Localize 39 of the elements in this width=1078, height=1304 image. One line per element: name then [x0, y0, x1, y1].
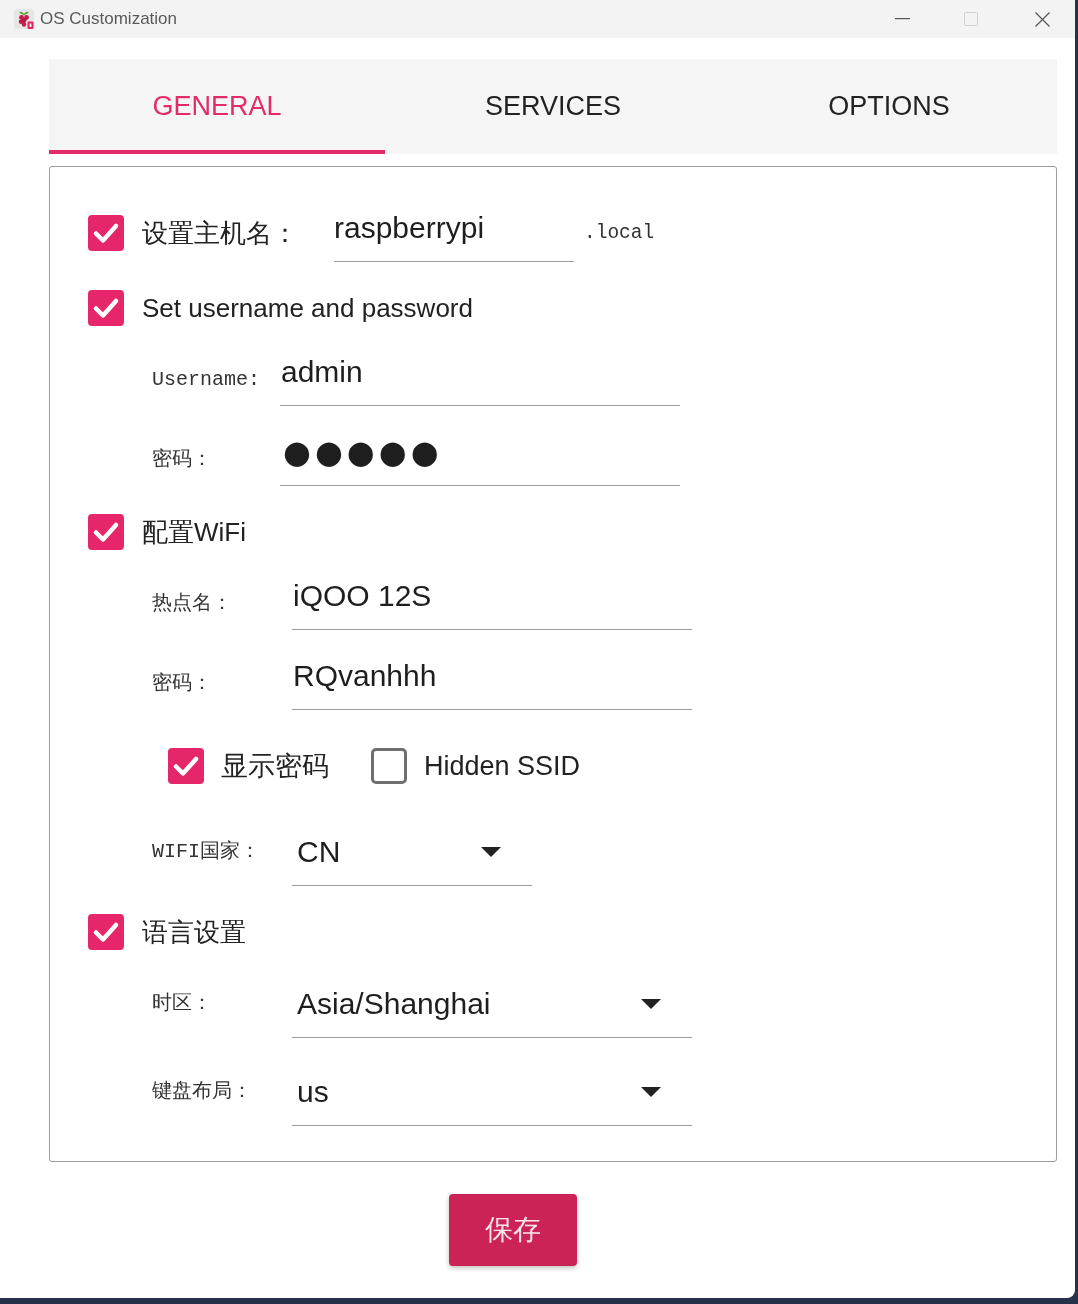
tab[interactable]: GENERAL	[49, 59, 385, 154]
field-label: Username:	[152, 368, 261, 392]
checkbox-label: Set username and password	[142, 292, 473, 324]
text-field[interactable]: RQvanhhh	[292, 652, 692, 710]
checkbox-label: 语言设置	[142, 915, 246, 949]
raspberry-icon	[14, 9, 34, 29]
field-label: 键盘布局：	[152, 1080, 252, 1104]
caret-icon	[641, 998, 661, 1009]
text-field[interactable]: iQOO 12S	[292, 572, 692, 630]
field-label: 时区：	[152, 992, 212, 1016]
dropdown[interactable]: us	[292, 1060, 692, 1126]
checkbox[interactable]	[168, 748, 204, 784]
text-field[interactable]: raspberrypi	[334, 204, 574, 262]
caret-icon	[641, 1086, 661, 1097]
text-field[interactable]: admin	[280, 348, 680, 406]
close-icon[interactable]	[1035, 11, 1050, 27]
caret-icon	[481, 846, 501, 857]
checkbox[interactable]	[88, 514, 124, 550]
checkbox[interactable]	[88, 914, 124, 950]
dropdown[interactable]: Asia/Shanghai	[292, 972, 692, 1038]
checkbox[interactable]	[88, 290, 124, 326]
field-label: 热点名：	[152, 592, 232, 616]
window-title: OS Customization	[40, 9, 177, 29]
tab[interactable]: SERVICES	[385, 59, 721, 154]
field-label: WIFI国家：	[152, 840, 260, 864]
checkbox[interactable]	[88, 215, 124, 251]
save-button[interactable]: 保存	[449, 1194, 577, 1266]
password-field[interactable]: ●●●●●	[280, 428, 680, 486]
field-label: 密码：	[152, 672, 212, 696]
minimize-icon[interactable]	[895, 18, 910, 20]
checkbox-label: 配置WiFi	[142, 515, 246, 549]
tab[interactable]: OPTIONS	[721, 59, 1057, 154]
domain-suffix: .local	[584, 222, 655, 244]
checkbox-label: Hidden SSID	[424, 750, 581, 782]
checkbox-label: 显示密码	[221, 750, 329, 783]
dropdown[interactable]: CN	[292, 820, 532, 886]
checkbox[interactable]	[371, 748, 407, 784]
checkbox-label: 设置主机名：	[142, 216, 299, 250]
field-label: 密码：	[152, 448, 212, 472]
